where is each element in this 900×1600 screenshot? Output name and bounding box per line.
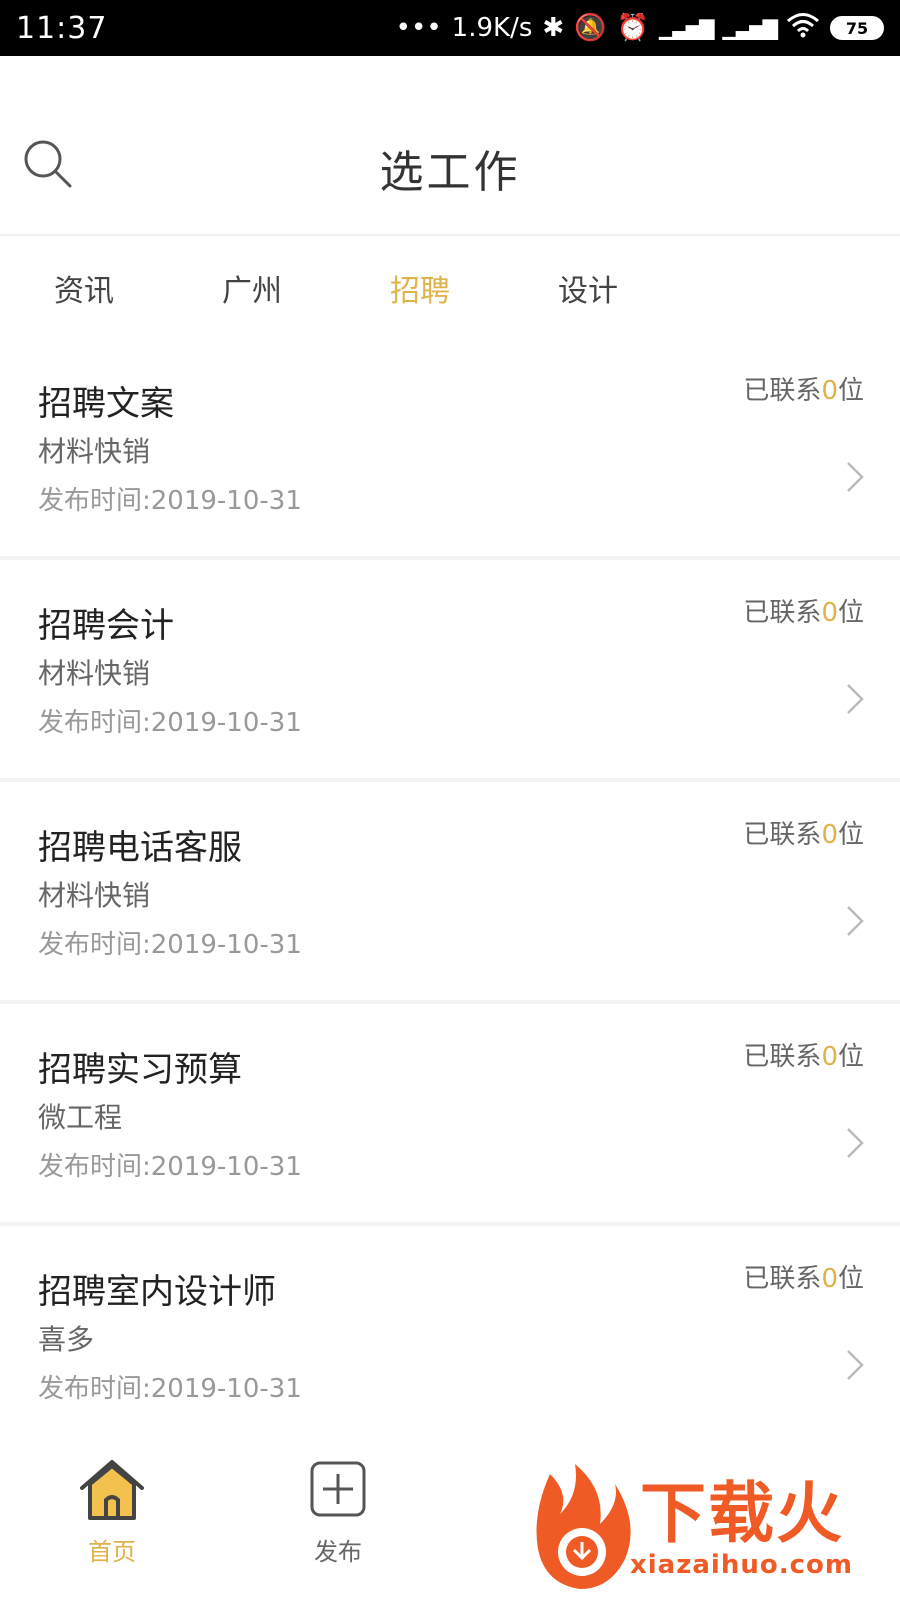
- chevron-right-icon: [847, 684, 864, 714]
- battery-icon: 75: [830, 16, 884, 40]
- contact-prefix: 已联系: [743, 376, 822, 406]
- job-title: 招聘室内设计师: [38, 1272, 276, 1312]
- job-date: 发布时间:2019-10-31: [38, 708, 302, 738]
- job-title: 招聘电话客服: [38, 828, 242, 868]
- more-dots-icon: •••: [395, 13, 442, 43]
- category-tabs: 资讯 广州 招聘 设计: [0, 238, 900, 338]
- contact-prefix: 已联系: [743, 598, 822, 628]
- tab-design[interactable]: 设计: [528, 266, 648, 310]
- contact-count: 已联系0位: [743, 1036, 864, 1073]
- contact-count: 已联系0位: [743, 814, 864, 851]
- contact-suffix: 位: [837, 1264, 864, 1294]
- job-date: 发布时间:2019-10-31: [38, 486, 302, 516]
- job-company: 材料快销: [38, 657, 151, 690]
- contact-number: 0: [821, 1042, 838, 1072]
- contact-suffix: 位: [837, 820, 864, 850]
- flame-logo-icon: [536, 1464, 631, 1589]
- nav-publish[interactable]: 发布: [268, 1454, 408, 1567]
- contact-suffix: 位: [837, 376, 864, 406]
- job-company: 喜多: [38, 1323, 95, 1356]
- nav-home-label: 首页: [88, 1538, 136, 1566]
- job-card[interactable]: 招聘电话客服 材料快销 发布时间:2019-10-31 已联系0位: [0, 782, 900, 1004]
- watermark-url: xiazaihuo.com: [630, 1550, 853, 1580]
- nav-home[interactable]: 首页: [42, 1454, 182, 1567]
- contact-number: 0: [821, 1264, 838, 1294]
- nav-publish-label: 发布: [314, 1538, 362, 1566]
- watermark-text: 下载火: [640, 1475, 844, 1552]
- job-company: 材料快销: [38, 435, 151, 468]
- job-card[interactable]: 招聘文案 材料快销 发布时间:2019-10-31 已联系0位: [0, 338, 900, 560]
- job-date: 发布时间:2019-10-31: [38, 930, 302, 960]
- job-company: 微工程: [38, 1101, 123, 1134]
- signal-icon: ▁▃▅▇: [722, 16, 778, 40]
- home-icon: [80, 1460, 144, 1520]
- contact-prefix: 已联系: [743, 1264, 822, 1294]
- status-bar: 11:37 ••• 1.9K/s ✱ 🔕 ⏰ ▁▃▅▇ ▁▃▅▇ 75: [0, 0, 900, 56]
- status-icons: ••• 1.9K/s ✱ 🔕 ⏰ ▁▃▅▇ ▁▃▅▇ 75: [396, 12, 884, 45]
- contact-suffix: 位: [837, 598, 864, 628]
- job-company: 材料快销: [38, 879, 151, 912]
- job-date: 发布时间:2019-10-31: [38, 1152, 302, 1182]
- contact-number: 0: [821, 376, 838, 406]
- chevron-right-icon: [847, 906, 864, 936]
- tab-news[interactable]: 资讯: [24, 266, 144, 310]
- status-time: 11:37: [16, 10, 108, 46]
- alarm-icon: ⏰: [616, 13, 649, 43]
- wifi-icon: [786, 12, 820, 45]
- job-title: 招聘会计: [38, 606, 174, 646]
- hd-signal-icon: ▁▃▅▇: [658, 16, 715, 40]
- contact-prefix: 已联系: [743, 1042, 822, 1072]
- job-card[interactable]: 招聘室内设计师 喜多 发布时间:2019-10-31 已联系0位: [0, 1226, 900, 1448]
- mute-icon: 🔕: [574, 13, 607, 43]
- job-card[interactable]: 招聘实习预算 微工程 发布时间:2019-10-31 已联系0位: [0, 1004, 900, 1226]
- job-card[interactable]: 招聘会计 材料快销 发布时间:2019-10-31 已联系0位: [0, 560, 900, 782]
- bluetooth-icon: ✱: [542, 13, 565, 43]
- contact-count: 已联系0位: [743, 592, 864, 629]
- chevron-right-icon: [847, 1350, 864, 1380]
- job-title: 招聘实习预算: [38, 1050, 242, 1090]
- tab-recruit[interactable]: 招聘: [360, 266, 480, 310]
- chevron-right-icon: [847, 1128, 864, 1158]
- tab-guangzhou[interactable]: 广州: [192, 266, 312, 310]
- header: 选工作: [0, 56, 900, 236]
- contact-count: 已联系0位: [743, 370, 864, 407]
- contact-count: 已联系0位: [743, 1258, 864, 1295]
- contact-prefix: 已联系: [743, 820, 822, 850]
- job-title: 招聘文案: [38, 384, 174, 424]
- watermark-logo: 下载火 xiazaihuo.com: [530, 1450, 900, 1600]
- contact-suffix: 位: [837, 1042, 864, 1072]
- contact-number: 0: [821, 820, 838, 850]
- chevron-right-icon: [847, 462, 864, 492]
- add-icon: [310, 1461, 366, 1517]
- page-title: 选工作: [379, 147, 521, 198]
- net-speed: 1.9K/s: [451, 13, 533, 43]
- contact-number: 0: [821, 598, 838, 628]
- job-date: 发布时间:2019-10-31: [38, 1374, 302, 1404]
